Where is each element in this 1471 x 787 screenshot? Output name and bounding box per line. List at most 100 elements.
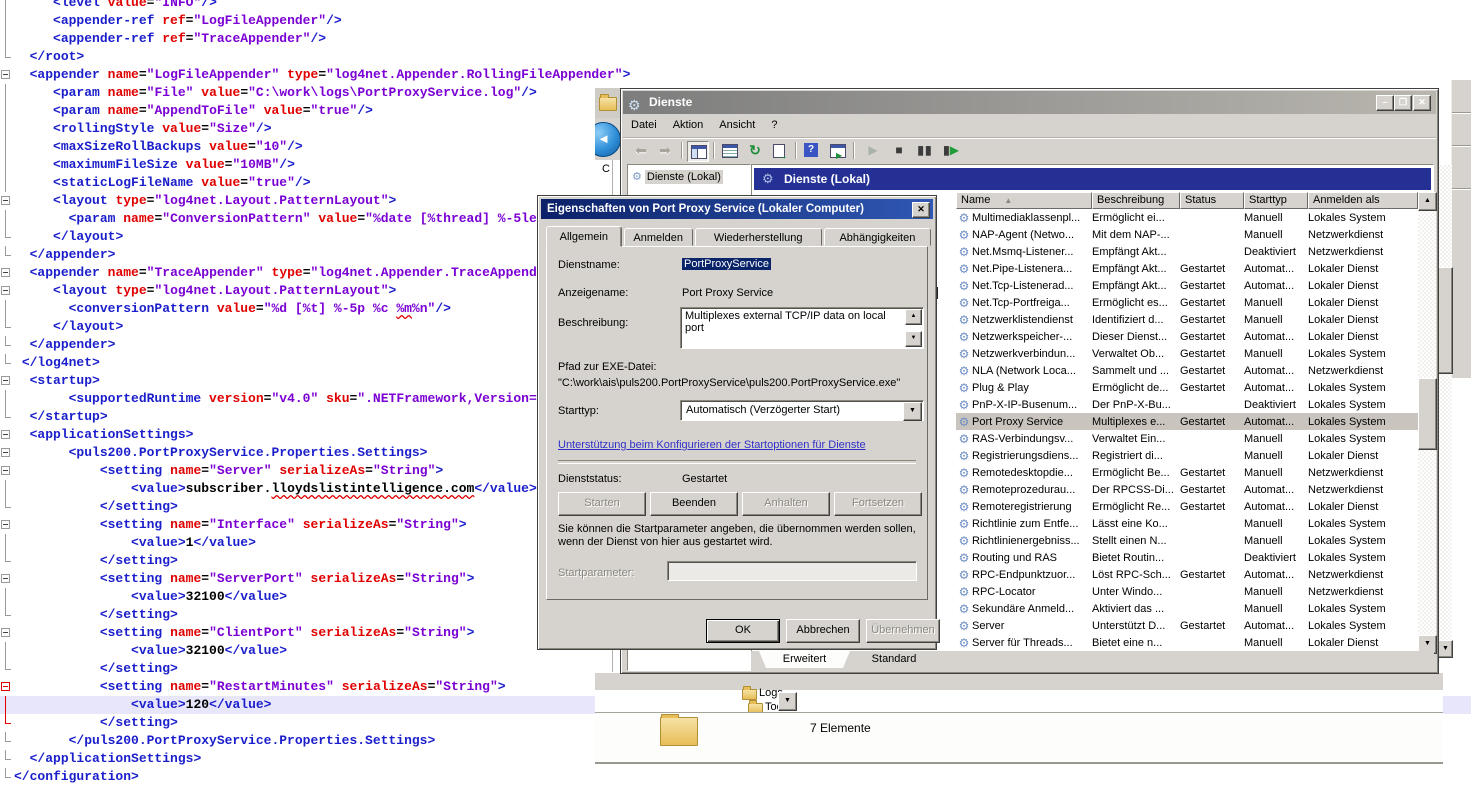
dialog-tab-wiederherstellung[interactable]: Wiederherstellung: [695, 228, 822, 246]
fold-marker-icon[interactable]: [1, 714, 12, 732]
fold-marker-icon[interactable]: [1, 606, 12, 624]
service-row[interactable]: ⚙Net.Tcp-Portfreiga...Ermöglicht es...Ge…: [956, 294, 1418, 311]
fold-marker-icon[interactable]: [1, 426, 12, 444]
fold-marker-icon[interactable]: [1, 678, 12, 696]
service-row[interactable]: ⚙Plug & PlayErmöglicht de...GestartetAut…: [956, 379, 1418, 396]
scrollbar-thumb[interactable]: [1418, 378, 1437, 450]
extended-view-icon[interactable]: ▶: [827, 141, 847, 160]
fold-marker-icon[interactable]: [1, 30, 12, 48]
column-header-1[interactable]: Beschreibung: [1092, 192, 1180, 209]
start-params-input[interactable]: [667, 561, 917, 581]
fold-marker-icon[interactable]: [1, 768, 12, 786]
fold-marker-icon[interactable]: [1, 354, 12, 372]
service-row[interactable]: ⚙RPC-Endpunktzuor...Löst RPC-Sch...Gesta…: [956, 566, 1418, 583]
fold-marker-icon[interactable]: [1, 372, 12, 390]
fold-marker-icon[interactable]: [1, 444, 12, 462]
stop-service-icon[interactable]: ■: [889, 141, 909, 160]
dialog-tab-abhängigkeiten[interactable]: Abhängigkeiten: [824, 228, 932, 246]
combo-dropdown-icon[interactable]: ▼: [778, 692, 797, 711]
beenden-button[interactable]: Beenden: [650, 492, 738, 516]
service-name-value[interactable]: PortProxyService: [682, 258, 771, 270]
services-titlebar[interactable]: ⚙ Dienste – ❐ ✕: [623, 91, 1436, 114]
fold-marker-icon[interactable]: [1, 660, 12, 678]
close-icon[interactable]: ✕: [912, 202, 930, 218]
fold-marker-icon[interactable]: [1, 462, 12, 480]
fold-marker-icon[interactable]: [1, 210, 12, 228]
back-icon[interactable]: ◄: [595, 122, 620, 157]
service-row[interactable]: ⚙ServerUnterstützt D...GestartetAutomat.…: [956, 617, 1418, 634]
ok-button[interactable]: OK: [706, 619, 780, 643]
fold-marker-icon[interactable]: [1, 516, 12, 534]
service-row[interactable]: ⚙Port Proxy ServiceMultiplexes e...Gesta…: [956, 413, 1418, 430]
export-list-icon[interactable]: →: [769, 141, 789, 160]
fold-marker-icon[interactable]: [1, 138, 12, 156]
fold-marker-icon[interactable]: [1, 192, 12, 210]
description-field[interactable]: Multiplexes external TCP/IP data on loca…: [680, 307, 924, 349]
service-row[interactable]: ⚙Routing und RASBietet Routin...Deaktivi…: [956, 549, 1418, 566]
dialog-tab-allgemein[interactable]: Allgemein: [546, 226, 622, 247]
fold-marker-icon[interactable]: [1, 552, 12, 570]
service-row[interactable]: ⚙NLA (Network Loca...Sammelt und ...Gest…: [956, 362, 1418, 379]
anhalten-button[interactable]: Anhalten: [742, 492, 830, 516]
fold-marker-icon[interactable]: [1, 282, 12, 300]
fold-marker-icon[interactable]: [1, 0, 12, 12]
maximize-button[interactable]: ❐: [1394, 95, 1412, 111]
fold-marker-icon[interactable]: [1, 156, 12, 174]
service-row[interactable]: ⚙Net.Pipe-Listenera...Empfängt Akt...Ges…: [956, 260, 1418, 277]
background-scrollbar[interactable]: ▼: [1437, 165, 1452, 657]
startup-options-help-link[interactable]: Unterstützung beim Konfigurieren der Sta…: [558, 439, 866, 451]
fold-marker-icon[interactable]: [1, 408, 12, 426]
fold-marker-icon[interactable]: [1, 570, 12, 588]
properties-icon[interactable]: [719, 141, 739, 160]
fold-marker-icon[interactable]: [1, 120, 12, 138]
starten-button[interactable]: Starten: [558, 492, 646, 516]
service-row[interactable]: ⚙Netzwerkspeicher-...Dieser Dienst...Ges…: [956, 328, 1418, 345]
fold-marker-icon[interactable]: [1, 48, 12, 66]
view-tab-standard[interactable]: Standard: [852, 651, 936, 668]
fortsetzen-button[interactable]: Fortsetzen: [834, 492, 922, 516]
service-row[interactable]: ⚙Richtlinienergebniss...Stellt einen N..…: [956, 532, 1418, 549]
close-button[interactable]: ✕: [1413, 95, 1431, 111]
service-row[interactable]: ⚙Registrierungsdiens...Registriert di...…: [956, 447, 1418, 464]
fold-marker-icon[interactable]: [1, 66, 12, 84]
forward-icon[interactable]: ➡: [655, 141, 675, 160]
abbrechen-button[interactable]: Abbrechen: [786, 619, 860, 643]
minimize-button[interactable]: –: [1376, 95, 1394, 111]
back-icon[interactable]: ⬅: [631, 141, 651, 160]
list-scrollbar[interactable]: ▲ ▼: [1418, 192, 1436, 652]
pause-service-icon[interactable]: ▮▮: [915, 141, 935, 160]
column-header-2[interactable]: Status: [1180, 192, 1244, 209]
menu-item-aktion[interactable]: Aktion: [665, 114, 712, 137]
fold-marker-icon[interactable]: [1, 318, 12, 336]
column-header-3[interactable]: Starttyp: [1244, 192, 1308, 209]
fold-marker-icon[interactable]: [1, 498, 12, 516]
dialog-tab-anmelden[interactable]: Anmelden: [624, 228, 693, 246]
service-row[interactable]: ⚙Remoteprozedurau...Der RPCSS-Di...Gesta…: [956, 481, 1418, 498]
scroll-up-icon[interactable]: ▲: [1418, 192, 1437, 211]
fold-marker-icon[interactable]: [1, 336, 12, 354]
help-icon[interactable]: ?: [801, 141, 821, 160]
service-row[interactable]: ⚙Richtlinie zum Entfe...Lässt eine Ko...…: [956, 515, 1418, 532]
fold-marker-icon[interactable]: [1, 732, 12, 750]
service-row[interactable]: ⚙Server für Threads...Bietet eine n...Ma…: [956, 634, 1418, 651]
service-row[interactable]: ⚙Multimediaklassenpl...Ermöglicht ei...M…: [956, 209, 1418, 226]
fold-marker-icon[interactable]: [1, 300, 12, 318]
fold-marker-icon[interactable]: [1, 696, 12, 714]
start-service-icon[interactable]: ▶: [863, 141, 883, 160]
service-row[interactable]: ⚙RPC-LocatorUnter Windo...ManuellNetzwer…: [956, 583, 1418, 600]
menu-item-?[interactable]: ?: [763, 114, 785, 137]
service-row[interactable]: ⚙NetzwerklistendienstIdentifiziert d...G…: [956, 311, 1418, 328]
service-row[interactable]: ⚙RemoteregistrierungErmöglicht Re...Gest…: [956, 498, 1418, 515]
fold-marker-icon[interactable]: [1, 390, 12, 408]
restart-service-icon[interactable]: ▮▶: [941, 141, 961, 160]
scrollbar-thumb[interactable]: [1438, 267, 1453, 374]
fold-marker-icon[interactable]: [1, 642, 12, 660]
ubernehmen-button[interactable]: Übernehmen: [866, 619, 940, 643]
fold-marker-icon[interactable]: [1, 480, 12, 498]
tree-node-dienste-lokal[interactable]: ⚙Dienste (Lokal): [632, 169, 723, 186]
view-tab-erweitert[interactable]: Erweitert: [759, 651, 850, 668]
startup-type-select[interactable]: Automatisch (Verzögerter Start) ▼: [680, 400, 924, 421]
fold-marker-icon[interactable]: [1, 588, 12, 606]
service-row[interactable]: ⚙PnP-X-IP-Busenum...Der PnP-X-Bu...Deakt…: [956, 396, 1418, 413]
fold-marker-icon[interactable]: [1, 534, 12, 552]
